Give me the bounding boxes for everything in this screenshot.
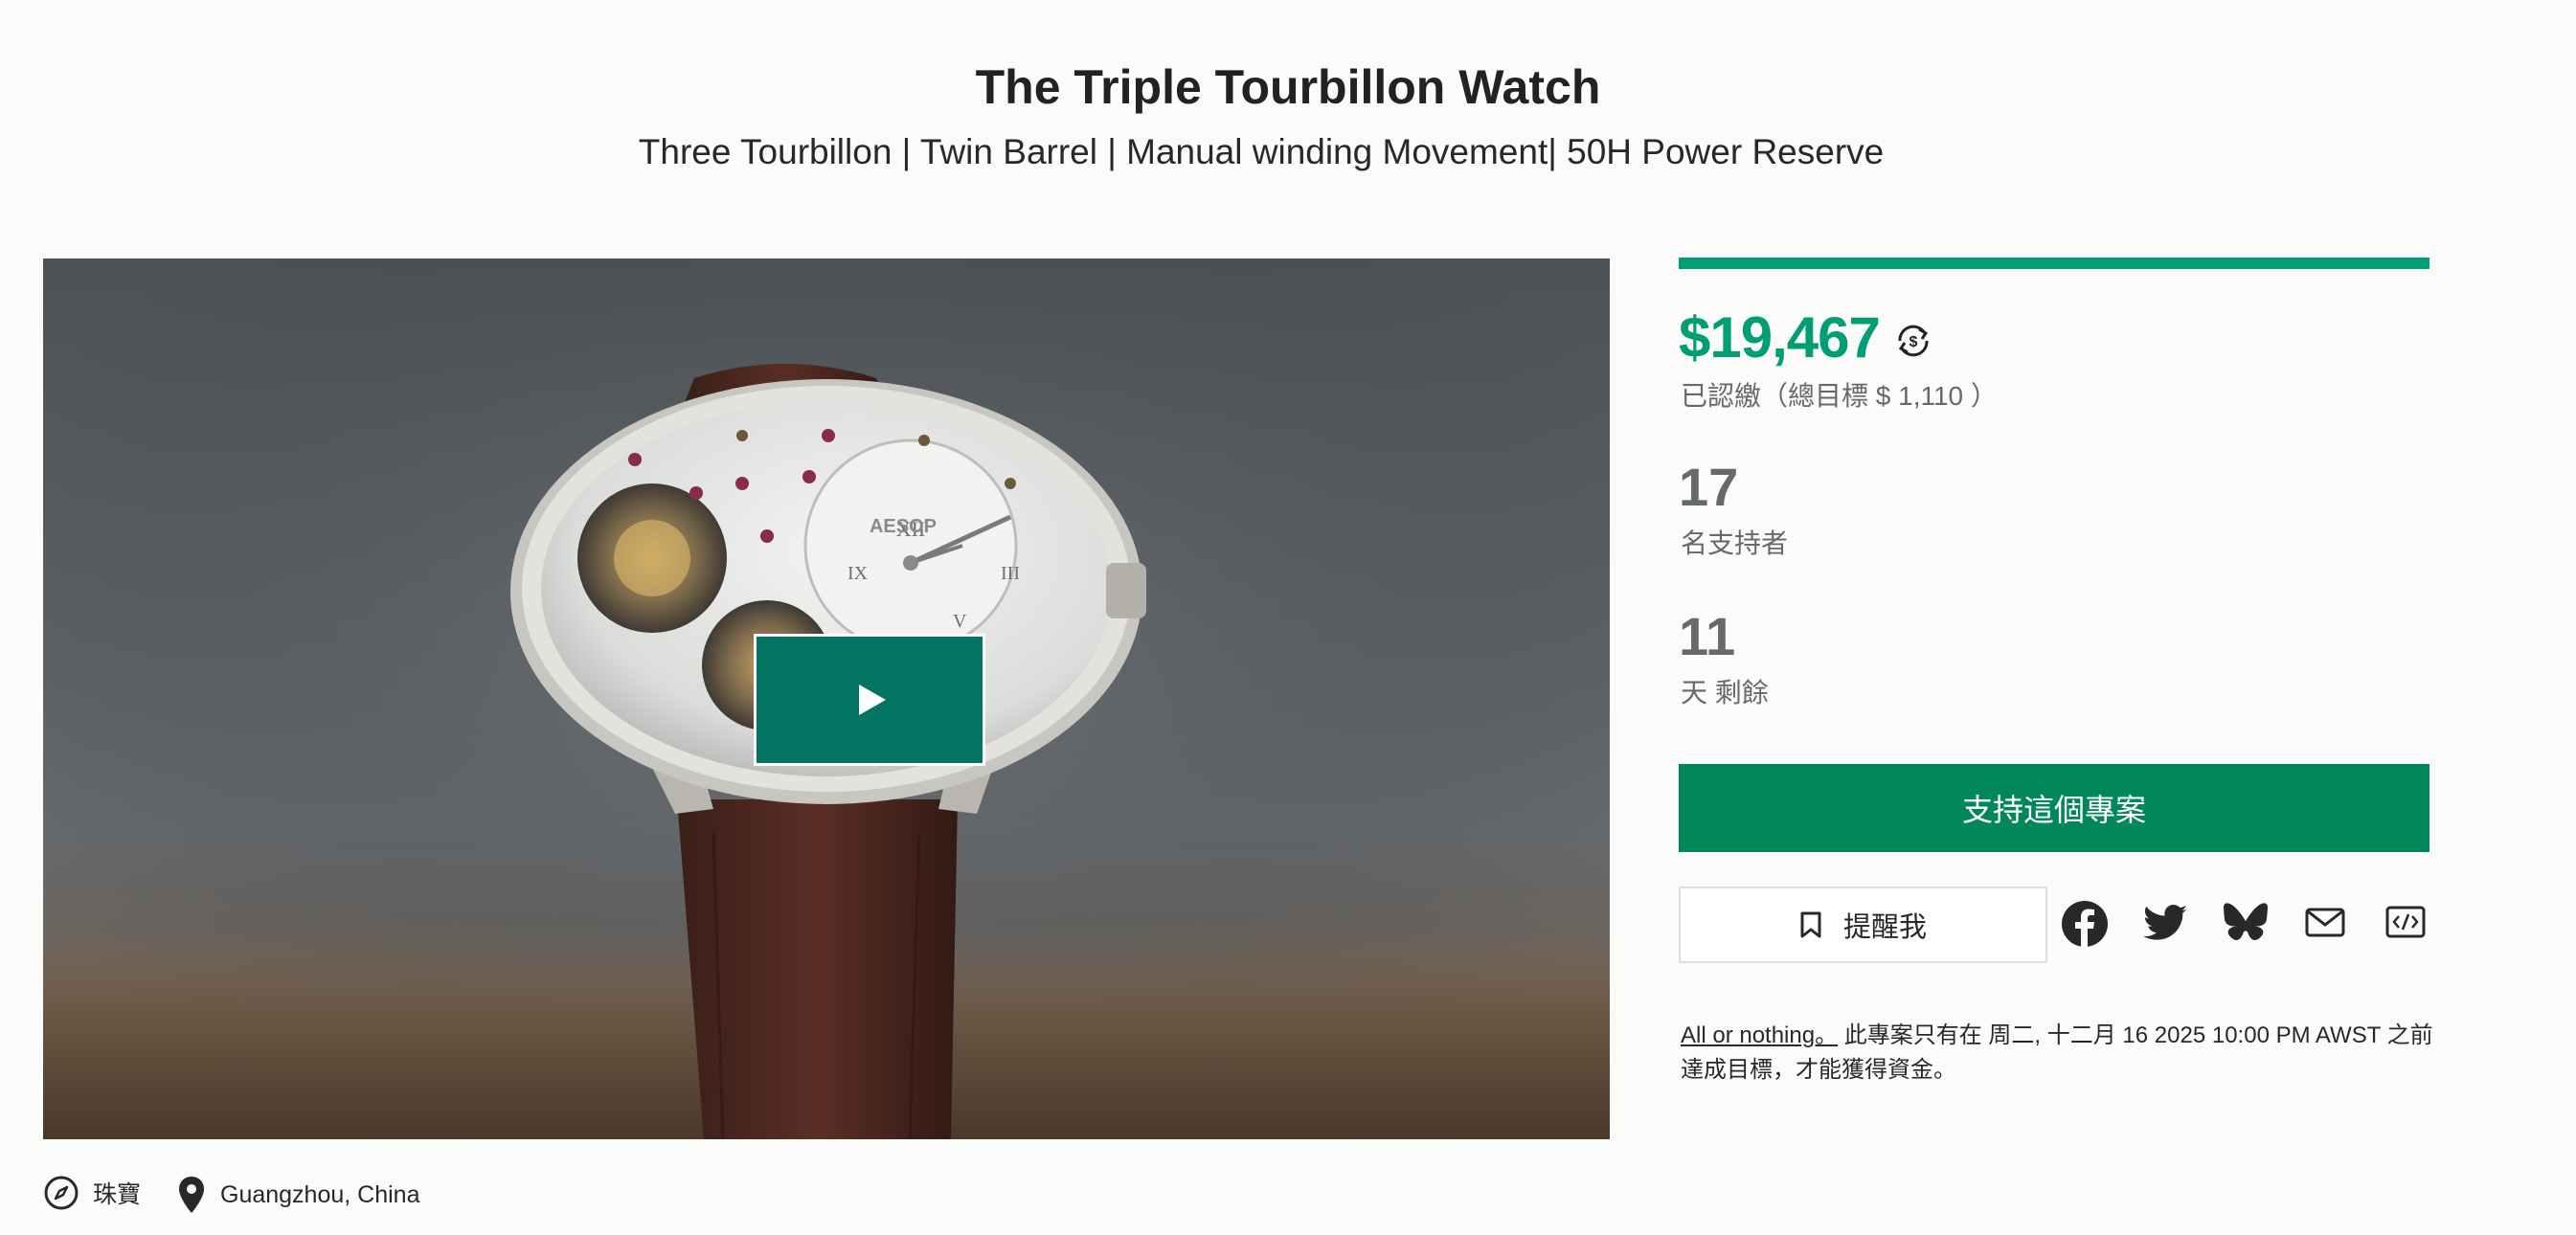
remind-me-button[interactable]: 提醒我 [1679,887,2047,963]
pledged-amount: $19,467 [1679,305,1881,370]
pledged-goal-label: 已認繳（總目標 $ 1,110 ） [1681,381,1998,411]
location-label: Guangzhou, China [220,1180,420,1208]
svg-text:III: III [1001,563,1020,584]
svg-text:IX: IX [847,563,869,584]
bookmark-icon [1800,911,1821,938]
back-project-button[interactable]: 支持這個專案 [1679,764,2429,852]
svg-text:V: V [953,611,967,632]
twitter-icon[interactable] [2141,900,2189,948]
category-label: 珠寶 [93,1181,142,1208]
project-video[interactable]: XII III V IX AESOP [43,258,1610,1139]
location-link[interactable]: Guangzhou, China [176,1175,419,1215]
svg-text:$: $ [1909,334,1918,350]
funding-progress-bar [1679,258,2429,269]
embed-icon[interactable] [2384,900,2427,944]
backers-count: 17 [1679,457,1739,517]
play-icon [859,685,886,715]
project-title: The Triple Tourbillon Watch [975,60,1601,114]
funding-progress-fill [1679,258,2429,269]
compass-icon [44,1176,79,1210]
remind-me-label: 提醒我 [1842,912,1927,943]
backers-label: 名支持者 [1681,528,1789,558]
location-pin-icon [179,1177,204,1213]
facebook-icon[interactable] [2061,900,2109,948]
bluesky-icon[interactable] [2224,900,2268,944]
currency-exchange-icon[interactable]: $ [1892,320,1934,362]
mail-icon[interactable] [2304,900,2346,944]
project-subtitle: Three Tourbillon | Twin Barrel | Manual … [638,132,1885,171]
watch-brand: AESOP [870,516,937,537]
play-button[interactable] [754,634,985,766]
days-remaining-count: 11 [1679,606,1736,666]
days-remaining-label: 天 剩餘 [1681,678,1769,707]
funding-terms: All or nothing。 此專案只有在 周二, 十二月 16 2025 1… [1681,1019,2437,1088]
category-link[interactable]: 珠寶 [43,1175,141,1211]
all-or-nothing-link[interactable]: All or nothing。 [1681,1022,1838,1048]
